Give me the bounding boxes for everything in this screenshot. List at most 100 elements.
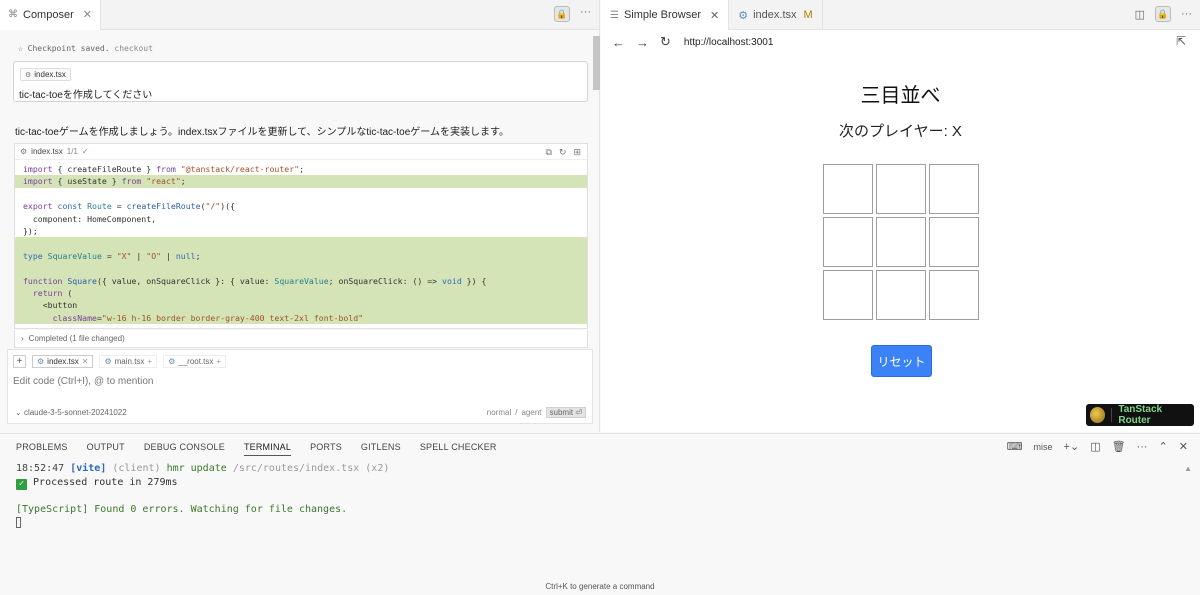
tab-simple-browser[interactable]: ☰ Simple Browser ✕ bbox=[601, 0, 730, 30]
scrollbar[interactable] bbox=[593, 36, 600, 90]
tab-ports[interactable]: PORTS bbox=[310, 442, 342, 456]
code-line-added: function Square({ value, onSquareClick }… bbox=[15, 274, 587, 287]
more-icon[interactable]: ··· bbox=[580, 6, 591, 22]
page-title: 三目並べ bbox=[860, 85, 941, 107]
chevron-up-icon[interactable]: ⌃ bbox=[1159, 440, 1168, 453]
copy-icon[interactable]: ⧉ bbox=[545, 147, 551, 158]
url-field[interactable]: http://localhost:3001 bbox=[684, 37, 774, 48]
model-selector[interactable]: ⌄ claude-3-5-sonnet-20241022 bbox=[15, 408, 127, 417]
code-change-count: 1/1 bbox=[66, 147, 78, 156]
completed-text: Completed (1 file changed) bbox=[28, 334, 125, 343]
board-square[interactable] bbox=[823, 217, 873, 267]
reload-icon[interactable]: ↻ bbox=[660, 34, 671, 50]
terminal-output[interactable]: 18:52:47 [vite] (client) hmr update /src… bbox=[16, 462, 389, 530]
submit-button[interactable]: submit ⏎ bbox=[545, 407, 586, 418]
devtools-label: TanStack Router bbox=[1118, 404, 1163, 426]
mode-agent[interactable]: agent bbox=[521, 408, 541, 417]
tab-spell-checker[interactable]: SPELL CHECKER bbox=[420, 442, 497, 456]
close-icon[interactable]: ✕ bbox=[82, 357, 89, 366]
open-external-icon[interactable]: ⇱ bbox=[1176, 34, 1186, 48]
tab-problems[interactable]: PROBLEMS bbox=[16, 442, 68, 456]
file-chip[interactable]: ⚙ index.tsx ✕ bbox=[32, 355, 94, 368]
mode-normal[interactable]: normal bbox=[487, 408, 511, 417]
terminal-line: ✓ Processed route in 279ms bbox=[16, 476, 389, 490]
tab-terminal[interactable]: TERMINAL bbox=[243, 442, 292, 456]
tab-composer[interactable]: ⌘ Composer ✕ bbox=[0, 0, 101, 30]
file-chip-label: __root.tsx bbox=[178, 357, 214, 366]
terminal-scrollbar[interactable]: ▲ bbox=[1184, 464, 1192, 473]
trash-icon[interactable]: 🗑 bbox=[1112, 440, 1126, 453]
checkpoint-text: Checkpoint saved. bbox=[27, 44, 110, 53]
split-terminal-icon[interactable]: ◫ bbox=[1090, 440, 1100, 453]
board-square[interactable] bbox=[929, 270, 979, 320]
browser-tab-actions: ◫ 🔒 ··· bbox=[1135, 6, 1192, 22]
board-square[interactable] bbox=[929, 164, 979, 214]
code-line-added: type SquareValue = "X" | "O" | null; bbox=[15, 249, 587, 263]
checkpoint-icon: ☆ bbox=[18, 44, 23, 53]
terminal-cursor bbox=[16, 516, 21, 528]
code-line-added: className="w-16 h-16 border border-gray-… bbox=[15, 311, 587, 325]
tab-debug-console[interactable]: DEBUG CONSOLE bbox=[144, 442, 225, 456]
web-page: 三目並べ 次のプレイヤー: X リセット TanStack Router bbox=[601, 55, 1200, 432]
terminal-icon: ⌨ bbox=[1006, 441, 1023, 453]
code-file-name[interactable]: index.tsx bbox=[31, 147, 63, 156]
more-icon[interactable]: ··· bbox=[1181, 8, 1192, 20]
file-chips: + ⚙ index.tsx ✕ ⚙ main.tsx + ⚙ __root.ts… bbox=[13, 355, 227, 368]
back-icon[interactable]: ← bbox=[612, 35, 625, 50]
composer-tab-actions: 🔒 ··· bbox=[554, 6, 591, 22]
user-message-text: tic-tac-toeを作成してください bbox=[19, 90, 153, 101]
board-square[interactable] bbox=[929, 217, 979, 267]
board-square[interactable] bbox=[823, 270, 873, 320]
close-icon[interactable]: ✕ bbox=[710, 9, 719, 22]
bottom-panel: PROBLEMS OUTPUT DEBUG CONSOLE TERMINAL P… bbox=[0, 433, 1200, 595]
processed-text: Processed route in 279ms bbox=[33, 476, 178, 488]
chevron-right-icon: › bbox=[21, 334, 24, 343]
tab-gitlens[interactable]: GITLENS bbox=[361, 442, 401, 456]
board-square[interactable] bbox=[876, 164, 926, 214]
log-scope: (client) bbox=[112, 463, 161, 474]
close-icon[interactable]: ✕ bbox=[83, 8, 92, 21]
board-square[interactable] bbox=[876, 217, 926, 267]
plus-icon[interactable]: + bbox=[147, 357, 152, 366]
browser-tabbar: ☰ Simple Browser ✕ ⚙ index.tsx M bbox=[601, 0, 1200, 30]
file-chip[interactable]: ⚙ main.tsx + bbox=[99, 355, 158, 368]
board-square[interactable] bbox=[876, 270, 926, 320]
user-message[interactable]: ⚙ index.tsx tic-tac-toeを作成してください bbox=[13, 61, 588, 102]
file-icon: ⚙ bbox=[104, 357, 112, 366]
context-chip[interactable]: ⚙ index.tsx bbox=[20, 68, 71, 81]
divider bbox=[1111, 408, 1113, 422]
log-action: hmr update bbox=[166, 463, 227, 474]
file-chip-label: index.tsx bbox=[47, 357, 79, 366]
code-line-added: return ( bbox=[15, 286, 587, 300]
code-body: import { createFileRoute } from "@tansta… bbox=[15, 160, 587, 325]
checkout-link[interactable]: checkout bbox=[114, 44, 153, 53]
close-icon[interactable]: ✕ bbox=[1179, 440, 1188, 453]
file-icon: ⚙ bbox=[168, 357, 176, 366]
file-chip[interactable]: ⚙ __root.tsx + bbox=[163, 355, 227, 368]
log-count: (x2) bbox=[365, 463, 390, 474]
expand-icon[interactable]: ⊞ bbox=[573, 147, 581, 158]
plus-icon[interactable]: + bbox=[216, 357, 221, 366]
composer-input-placeholder[interactable]: Edit code (Ctrl+I), @ to mention bbox=[13, 376, 153, 387]
tanstack-router-devtools-button[interactable]: TanStack Router bbox=[1086, 404, 1194, 426]
new-terminal-icon[interactable]: +⌄ bbox=[1064, 440, 1080, 453]
lock-icon[interactable]: 🔒 bbox=[1155, 6, 1171, 22]
add-context-button[interactable]: + bbox=[13, 355, 26, 368]
lock-icon[interactable]: 🔒 bbox=[554, 6, 570, 22]
reapply-icon[interactable]: ↻ bbox=[559, 147, 567, 158]
split-editor-icon[interactable]: ◫ bbox=[1135, 8, 1145, 21]
board-square[interactable] bbox=[823, 164, 873, 214]
composer-input[interactable]: + ⚙ index.tsx ✕ ⚙ main.tsx + ⚙ __root.ts… bbox=[7, 349, 593, 424]
shell-name[interactable]: mise bbox=[1034, 442, 1053, 452]
terminal-line: [TypeScript] Found 0 errors. Watching fo… bbox=[16, 504, 348, 516]
tab-output[interactable]: OUTPUT bbox=[87, 442, 125, 456]
completed-summary[interactable]: › Completed (1 file changed) bbox=[14, 330, 588, 348]
reset-button[interactable]: リセット bbox=[871, 345, 932, 377]
log-source: [vite] bbox=[70, 463, 107, 474]
terminal-hint: Ctrl+K to generate a command bbox=[545, 582, 655, 591]
more-icon[interactable]: ··· bbox=[1137, 441, 1148, 453]
tab-index-tsx[interactable]: ⚙ index.tsx M bbox=[729, 0, 823, 30]
forward-icon[interactable]: → bbox=[636, 35, 649, 50]
